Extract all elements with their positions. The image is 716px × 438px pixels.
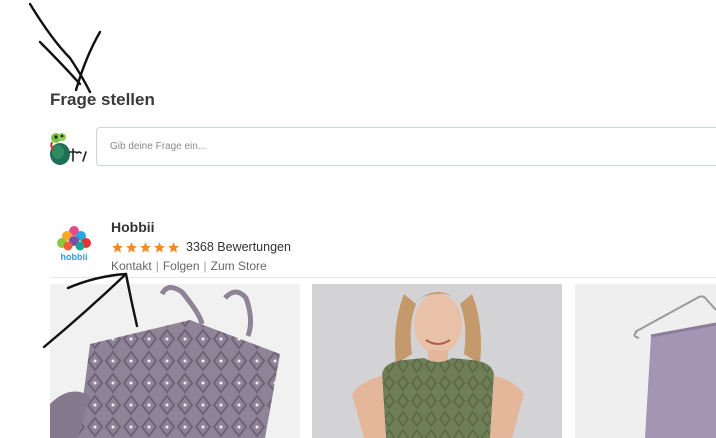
link-separator: |	[203, 259, 207, 273]
annotation-stroke	[74, 30, 102, 92]
link-separator: |	[155, 259, 159, 273]
ask-question-title: Frage stellen	[50, 90, 155, 109]
star-icon	[112, 241, 123, 252]
logo-wordmark: hobbii	[61, 252, 88, 262]
shop-name[interactable]: Hobbii	[111, 219, 155, 235]
hobbii-logo[interactable]: hobbii	[55, 224, 93, 264]
divider	[50, 277, 716, 278]
star-icon	[140, 241, 151, 252]
shop-rating: 3368 Bewertungen	[111, 239, 291, 255]
product-image-top[interactable]	[312, 284, 562, 438]
product-image-sweater[interactable]	[575, 284, 716, 438]
star-rating	[111, 241, 180, 254]
product-image-bag[interactable]	[50, 284, 300, 438]
star-icon	[168, 241, 179, 252]
star-icon	[126, 241, 137, 252]
user-avatar	[48, 128, 90, 168]
annotation-stroke	[38, 40, 82, 86]
store-link[interactable]: Zum Store	[211, 259, 267, 273]
review-count[interactable]: 3368 Bewertungen	[186, 240, 291, 254]
question-input[interactable]	[96, 127, 716, 166]
shop-links: Kontakt | Folgen | Zum Store	[111, 259, 267, 273]
knitted-sweater-on-hanger-photo	[575, 284, 716, 438]
annotation-stroke	[28, 2, 92, 94]
star-icon	[154, 241, 165, 252]
follow-link[interactable]: Folgen	[163, 259, 200, 273]
knitted-bag-photo	[50, 284, 300, 438]
contact-link[interactable]: Kontakt	[111, 259, 152, 273]
knitted-top-photo	[312, 284, 562, 438]
